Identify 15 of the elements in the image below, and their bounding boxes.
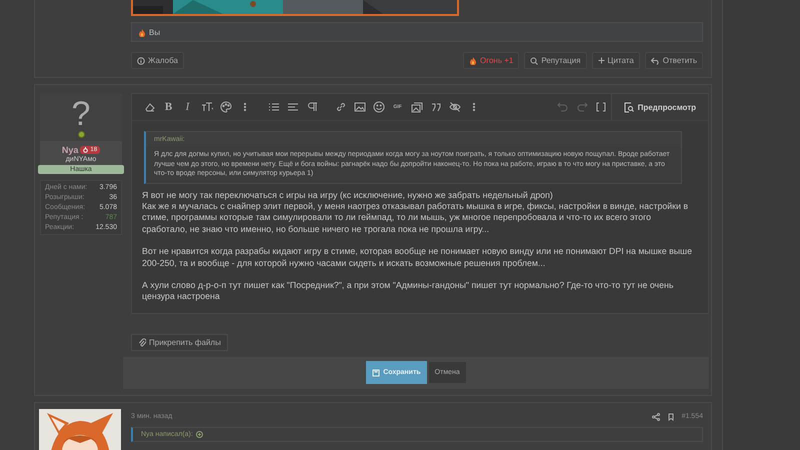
reply-button[interactable]: Ответить (644, 52, 703, 69)
paragraph: А хули слово д-р-о-п тут пишет как "Посредник?", а при этом "Админы-гандоны" пишет тут нормально? Где-то что-то тут не очень цензура настроена (142, 280, 674, 303)
reaction-text: Вы (149, 28, 160, 36)
paragraph: Вот не нравится когда разрабы кидают игру в стиме, которая вообще не понимает новую винду или не понимают DPI на мышке выше 200-250, та и вообще - для которой нужно часами сидеть и искать возможные решения проблем... (142, 246, 694, 269)
bold-button[interactable]: B (159, 98, 178, 116)
avatar-glyph: ? (72, 96, 90, 130)
fire-button[interactable]: Огонь +1 (463, 52, 520, 69)
reaction-bar[interactable]: Вы (131, 22, 703, 42)
report-button[interactable]: Жалоба (131, 52, 184, 69)
attach-files-button[interactable]: Прикрепить файлы (131, 334, 228, 351)
username[interactable]: Nya (62, 145, 78, 155)
reputation-button[interactable]: Репутация (524, 52, 587, 69)
quote-button[interactable]: Цитата (592, 52, 640, 69)
paragraph: Я вот не могу так переключаться с игры на игру (кс исключение, нужно же забрать недельный дроп) Как же я мучалась с снайпер элит первой, у меня наотрез отказывал работать мышка в игре, фиксы, настройки в винде, настройки в стиме, программы которые там симулировали то ли геймпад, то ли мышь, уж многое перепробовала и что-то их всего этого сработало, не знаю что именно, но больше ничего не трогала пока не прошла игру... (142, 190, 690, 236)
italic-button[interactable]: I (178, 98, 197, 116)
